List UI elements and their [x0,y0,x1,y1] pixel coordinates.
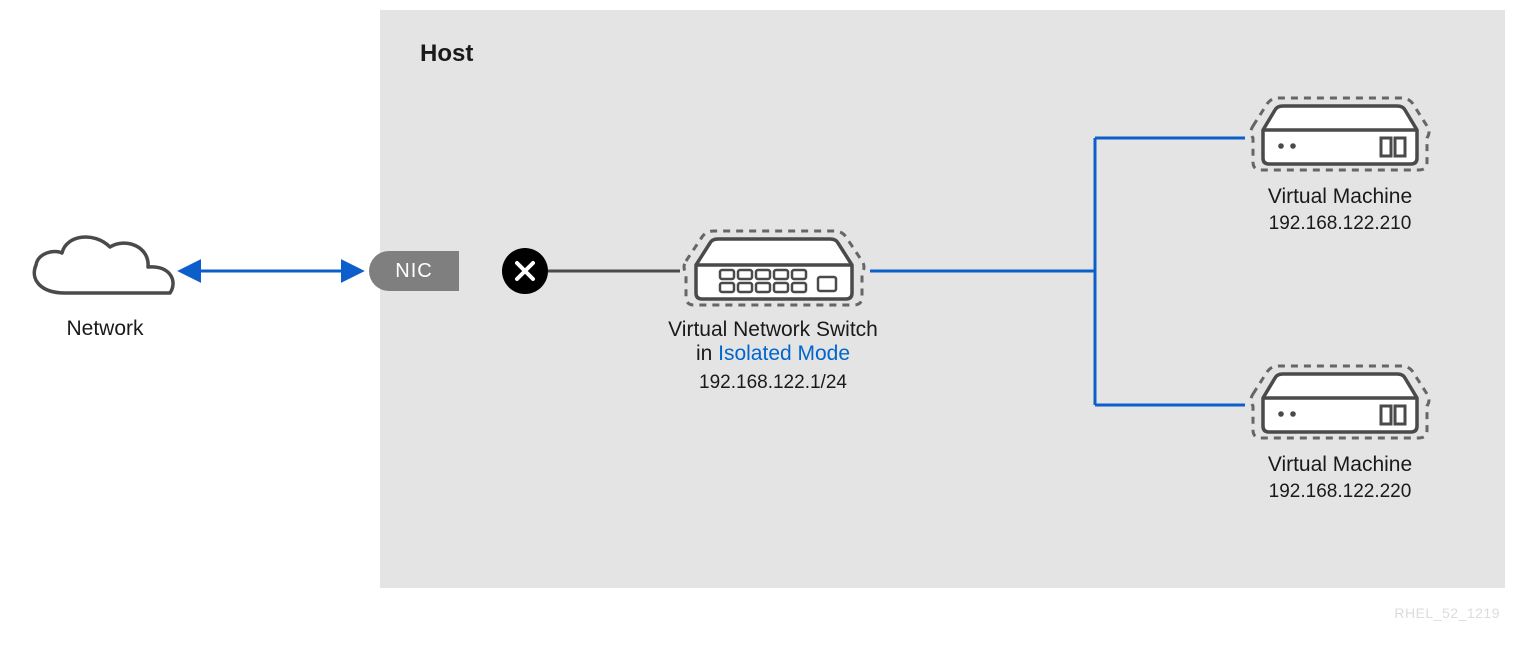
host-label: Host [420,40,473,68]
vm1-icon [1245,92,1435,187]
blocked-icon [502,248,548,294]
switch-mode: Isolated Mode [718,342,850,365]
vm1-labels: Virtual Machine 192.168.122.210 [1255,185,1425,235]
switch-labels: Virtual Network Switch in Isolated Mode … [623,318,923,394]
vm1-ip: 192.168.122.210 [1255,213,1425,235]
nic-label: NIC [395,260,432,283]
switch-mode-prefix: in [696,342,718,365]
vm2-ip: 192.168.122.220 [1255,481,1425,503]
vm2-labels: Virtual Machine 192.168.122.220 [1255,453,1425,503]
cloud-icon [20,223,180,316]
switch-mode-line: in Isolated Mode [623,342,923,366]
switch-ip: 192.168.122.1/24 [623,372,923,394]
network-label: Network [55,317,155,341]
vm2-name: Virtual Machine [1255,453,1425,477]
vm1-name: Virtual Machine [1255,185,1425,209]
vm2-icon [1245,360,1435,455]
switch-name: Virtual Network Switch [623,318,923,342]
switch-icon [678,225,870,320]
nic-pill: NIC [369,251,459,291]
footer-tag: RHEL_52_1219 [1394,605,1500,621]
diagram-stage: Host Network NIC [0,0,1520,653]
